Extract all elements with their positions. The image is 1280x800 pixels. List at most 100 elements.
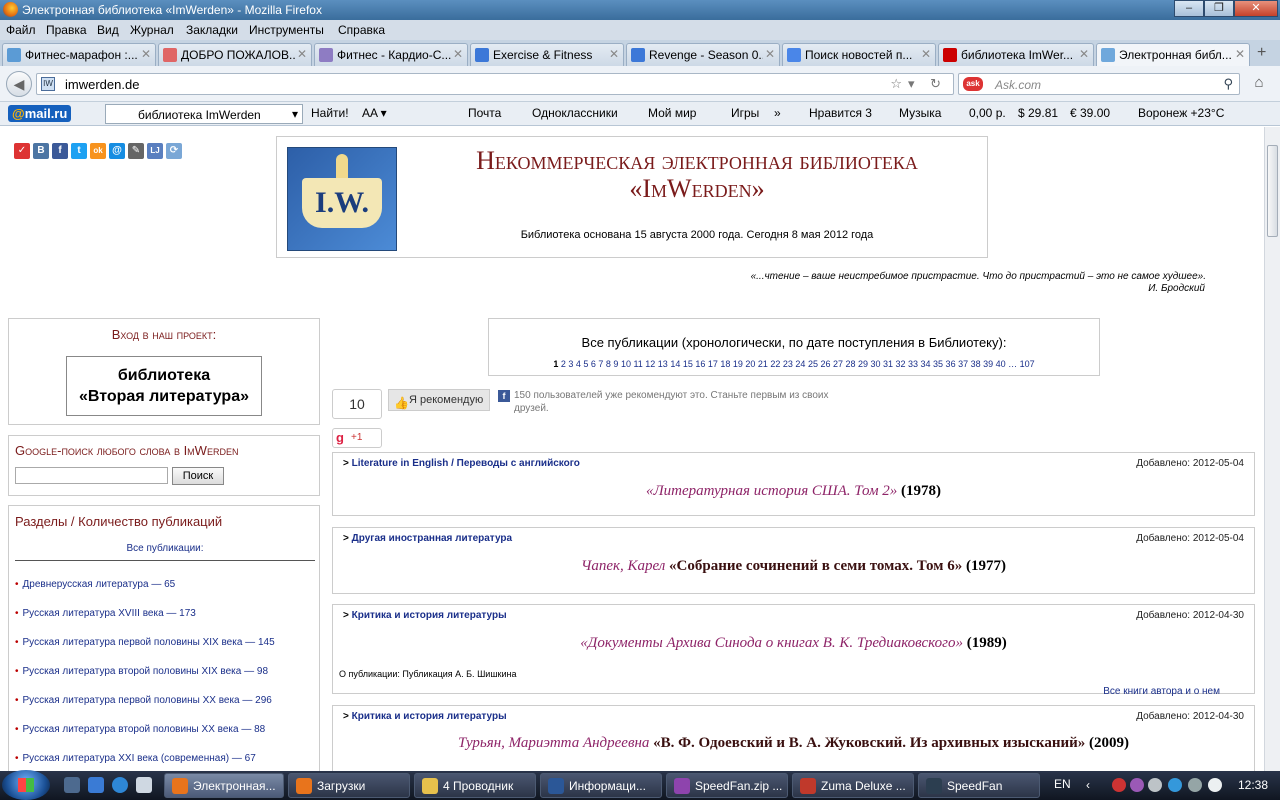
mailru-search-box[interactable]: библиотека ImWerden ▾ xyxy=(105,104,303,124)
font-size-icon[interactable]: AA ▾ xyxy=(362,106,387,120)
publication-book-link[interactable]: «Литературная история США. Том 2» xyxy=(646,483,897,499)
tab-news-search[interactable]: Поиск новостей п... ✕ xyxy=(782,43,936,66)
section-link[interactable]: Русская литература первой половины XIX в… xyxy=(15,637,275,648)
home-button[interactable]: ⌂ xyxy=(1248,74,1270,94)
mailru-find-button[interactable]: Найти! xyxy=(311,106,349,120)
flag-icon[interactable] xyxy=(1168,778,1182,792)
tray-expand-icon[interactable]: ‹ xyxy=(1086,778,1100,792)
tab-close-icon[interactable]: ✕ xyxy=(453,47,463,61)
menu-tools[interactable]: Инструменты xyxy=(249,23,324,37)
games-link[interactable]: Игры xyxy=(731,106,759,120)
tab-close-icon[interactable]: ✕ xyxy=(141,47,151,61)
google-search-input[interactable] xyxy=(15,467,168,484)
internet-explorer-icon[interactable] xyxy=(112,777,128,793)
tab-imwerden-active[interactable]: Электронная библ... ✕ xyxy=(1096,43,1250,66)
section-link[interactable]: Древнерусская литература — 65 xyxy=(15,579,176,590)
tab-close-icon[interactable]: ✕ xyxy=(297,47,307,61)
back-button[interactable]: ◀ xyxy=(6,71,32,97)
menu-history[interactable]: Журнал xyxy=(130,23,174,37)
url-bar[interactable]: IW imwerden.de ☆▾ ↻ xyxy=(36,73,954,95)
balance-link[interactable]: 0,00 р. xyxy=(969,106,1006,120)
start-button[interactable] xyxy=(2,770,50,800)
maximize-button[interactable]: ❐ xyxy=(1204,0,1234,17)
odnoklassniki-link[interactable]: Одноклассники xyxy=(532,106,618,120)
search-icon[interactable]: ⚲ xyxy=(1223,76,1233,92)
all-publications-link[interactable]: Все публикации: xyxy=(9,543,321,554)
vkontakte-icon[interactable]: В xyxy=(33,143,49,159)
taskbar-speedfan-zip[interactable]: SpeedFan.zip ... xyxy=(666,773,788,798)
antivirus-icon[interactable] xyxy=(1112,778,1126,792)
menu-view[interactable]: Вид xyxy=(97,23,119,37)
google-plus-button[interactable]: g +1 xyxy=(332,428,382,448)
search-bar[interactable]: ask Ask.com ⚲ xyxy=(958,73,1240,95)
tab-close-icon[interactable]: ✕ xyxy=(1235,47,1245,61)
switch-windows-icon[interactable] xyxy=(88,777,104,793)
scrollbar-thumb[interactable] xyxy=(1267,145,1278,237)
usd-rate[interactable]: $ 29.81 xyxy=(1018,106,1058,120)
vertical-scrollbar[interactable] xyxy=(1264,127,1280,771)
quicklaunch-more-icon[interactable] xyxy=(136,777,152,793)
show-desktop-icon[interactable] xyxy=(64,777,80,793)
weather-link[interactable]: Воронеж +23°C xyxy=(1138,106,1224,120)
publication-category[interactable]: Критика и история литературы xyxy=(343,610,507,621)
publication-category[interactable]: Literature in English / Переводы с англи… xyxy=(343,458,580,469)
likes-link[interactable]: Нравится 3 xyxy=(809,106,872,120)
mailru-logo[interactable]: @mail.ru xyxy=(8,105,72,122)
tab-close-icon[interactable]: ✕ xyxy=(765,47,775,61)
tab-close-icon[interactable]: ✕ xyxy=(921,47,931,61)
tab-fitness-marathon[interactable]: Фитнес-марафон :... ✕ xyxy=(2,43,156,66)
publication-category[interactable]: Другая иностранная литература xyxy=(343,533,512,544)
second-literature-button[interactable]: библиотека «Вторая литература» xyxy=(66,356,262,416)
section-link[interactable]: Русская литература XXI века (современная… xyxy=(15,753,256,764)
url-bookmark-reload-icons[interactable]: ☆▾ ↻ xyxy=(890,76,947,92)
new-tab-button[interactable]: + xyxy=(1257,44,1266,62)
tab-revenge[interactable]: Revenge - Season 0... ✕ xyxy=(626,43,780,66)
section-link[interactable]: Русская литература XVIII века — 173 xyxy=(15,608,196,619)
minimize-button[interactable]: ‒ xyxy=(1174,0,1204,17)
share-icon[interactable]: ⟳ xyxy=(166,143,182,159)
tab-close-icon[interactable]: ✕ xyxy=(1079,47,1089,61)
close-button[interactable]: ✕ xyxy=(1234,0,1278,17)
chevron-down-icon[interactable]: ▾ xyxy=(292,107,298,121)
section-link[interactable]: Русская литература второй половины XIX в… xyxy=(15,666,269,677)
tab-fitness-cardio[interactable]: Фитнес - Кардио-С... ✕ xyxy=(314,43,468,66)
facebook-icon[interactable]: f xyxy=(52,143,68,159)
ask-engine-icon[interactable]: ask xyxy=(963,77,983,91)
publication-author[interactable]: Турьян, Мариэтта Андреевна xyxy=(458,735,649,751)
network-icon[interactable] xyxy=(1148,778,1162,792)
publication-book-link[interactable]: «Собрание сочинений в семи томах. Том 6» xyxy=(669,558,962,574)
mailru-search-text[interactable]: библиотека ImWerden xyxy=(138,108,261,122)
taskbar-word[interactable]: Информаци... xyxy=(540,773,662,798)
menu-file[interactable]: Файл xyxy=(6,23,36,37)
livejournal-icon[interactable]: LJ xyxy=(147,143,163,159)
taskbar-explorer[interactable]: 4 Проводник xyxy=(414,773,536,798)
menu-help[interactable]: Справка xyxy=(338,23,385,37)
more-chevron-icon[interactable]: » xyxy=(774,106,781,120)
clock[interactable]: 12:38 xyxy=(1238,778,1268,792)
language-indicator[interactable]: EN xyxy=(1054,777,1071,791)
twitter-icon[interactable]: t xyxy=(71,143,87,159)
publication-book-link[interactable]: «Документы Архива Синода о книгах В. К. … xyxy=(580,635,963,651)
mail-link[interactable]: Почта xyxy=(468,106,501,120)
tab-library-search[interactable]: библиотека ImWer... ✕ xyxy=(938,43,1094,66)
moimir-icon[interactable]: @ xyxy=(109,143,125,159)
publication-author[interactable]: Чапек, Карел xyxy=(581,558,665,574)
music-link[interactable]: Музыка xyxy=(899,106,941,120)
search-placeholder[interactable]: Ask.com xyxy=(995,78,1041,92)
tab-close-icon[interactable]: ✕ xyxy=(609,47,619,61)
tab-exercise-fitness[interactable]: Exercise & Fitness ✕ xyxy=(470,43,624,66)
section-link[interactable]: Русская литература второй половины XX ве… xyxy=(15,724,266,735)
bookmark-icon[interactable]: ✎ xyxy=(128,143,144,159)
url-text[interactable]: imwerden.de xyxy=(65,77,139,92)
taskbar-zuma[interactable]: Zuma Deluxe ... xyxy=(792,773,914,798)
menu-edit[interactable]: Правка xyxy=(46,23,87,37)
vote-icon[interactable]: ✓ xyxy=(14,143,30,159)
moimir-link[interactable]: Мой мир xyxy=(648,106,696,120)
tray-app-icon[interactable] xyxy=(1130,778,1144,792)
page-links[interactable]: 2 3 4 5 6 7 8 9 10 11 12 13 14 15 16 17 … xyxy=(561,359,1035,369)
all-author-books-link[interactable]: Все книги автора и о нем xyxy=(1103,686,1220,697)
taskbar-firefox[interactable]: Электронная... xyxy=(164,773,284,798)
signal-icon[interactable] xyxy=(1188,778,1202,792)
eur-rate[interactable]: € 39.00 xyxy=(1070,106,1110,120)
tab-welcome[interactable]: ДОБРО ПОЖАЛОВ... ✕ xyxy=(158,43,312,66)
